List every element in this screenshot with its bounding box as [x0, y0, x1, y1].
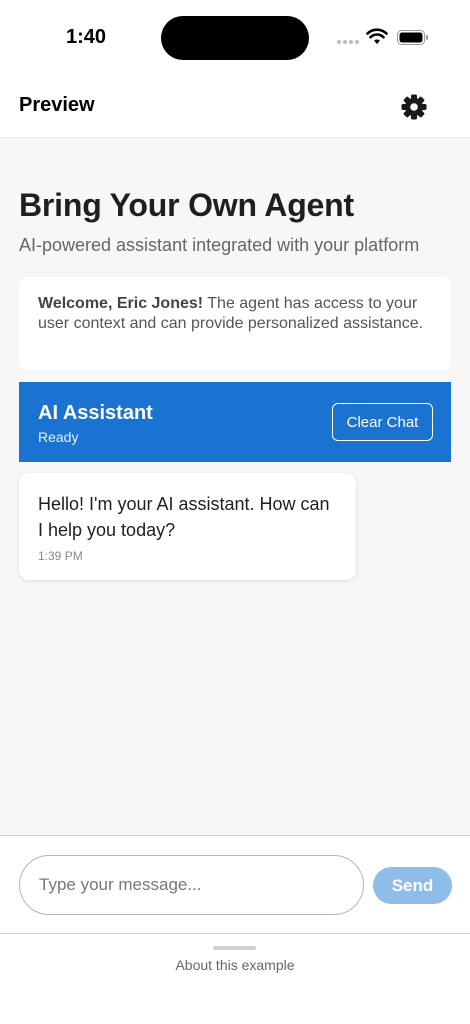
page-title: Bring Your Own Agent [19, 187, 354, 223]
page-header-title: Preview [19, 94, 95, 116]
dynamic-island [161, 16, 309, 60]
nav-header: Preview [0, 76, 470, 138]
about-example-label[interactable]: About this example [0, 957, 470, 973]
welcome-card: Welcome, Eric Jones! The agent has acces… [19, 277, 451, 370]
battery-icon [397, 30, 428, 45]
wifi-icon [366, 28, 388, 44]
send-button[interactable]: Send [373, 867, 452, 904]
assistant-status: Ready [38, 429, 79, 445]
gear-icon[interactable] [400, 93, 428, 121]
assistant-name: AI Assistant [38, 402, 153, 424]
clear-chat-button[interactable]: Clear Chat [332, 403, 433, 441]
status-bar: 1:40 [0, 0, 470, 76]
about-sheet[interactable]: About this example [0, 934, 470, 984]
message-input[interactable] [19, 855, 364, 915]
main-content: Bring Your Own Agent AI-powered assistan… [0, 138, 470, 835]
message-timestamp: 1:39 PM [38, 549, 83, 563]
assistant-message: Hello! I'm your AI assistant. How can I … [19, 473, 356, 580]
assistant-header: AI Assistant Ready Clear Chat [19, 382, 451, 462]
page-subtitle: AI-powered assistant integrated with you… [19, 235, 420, 255]
sheet-handle[interactable] [213, 946, 256, 950]
signal-icon [337, 40, 359, 44]
message-composer: Send [0, 835, 470, 934]
status-time: 1:40 [66, 26, 107, 48]
message-text: Hello! I'm your AI assistant. How can I … [38, 494, 330, 540]
welcome-greeting: Welcome, Eric Jones! [38, 295, 204, 312]
